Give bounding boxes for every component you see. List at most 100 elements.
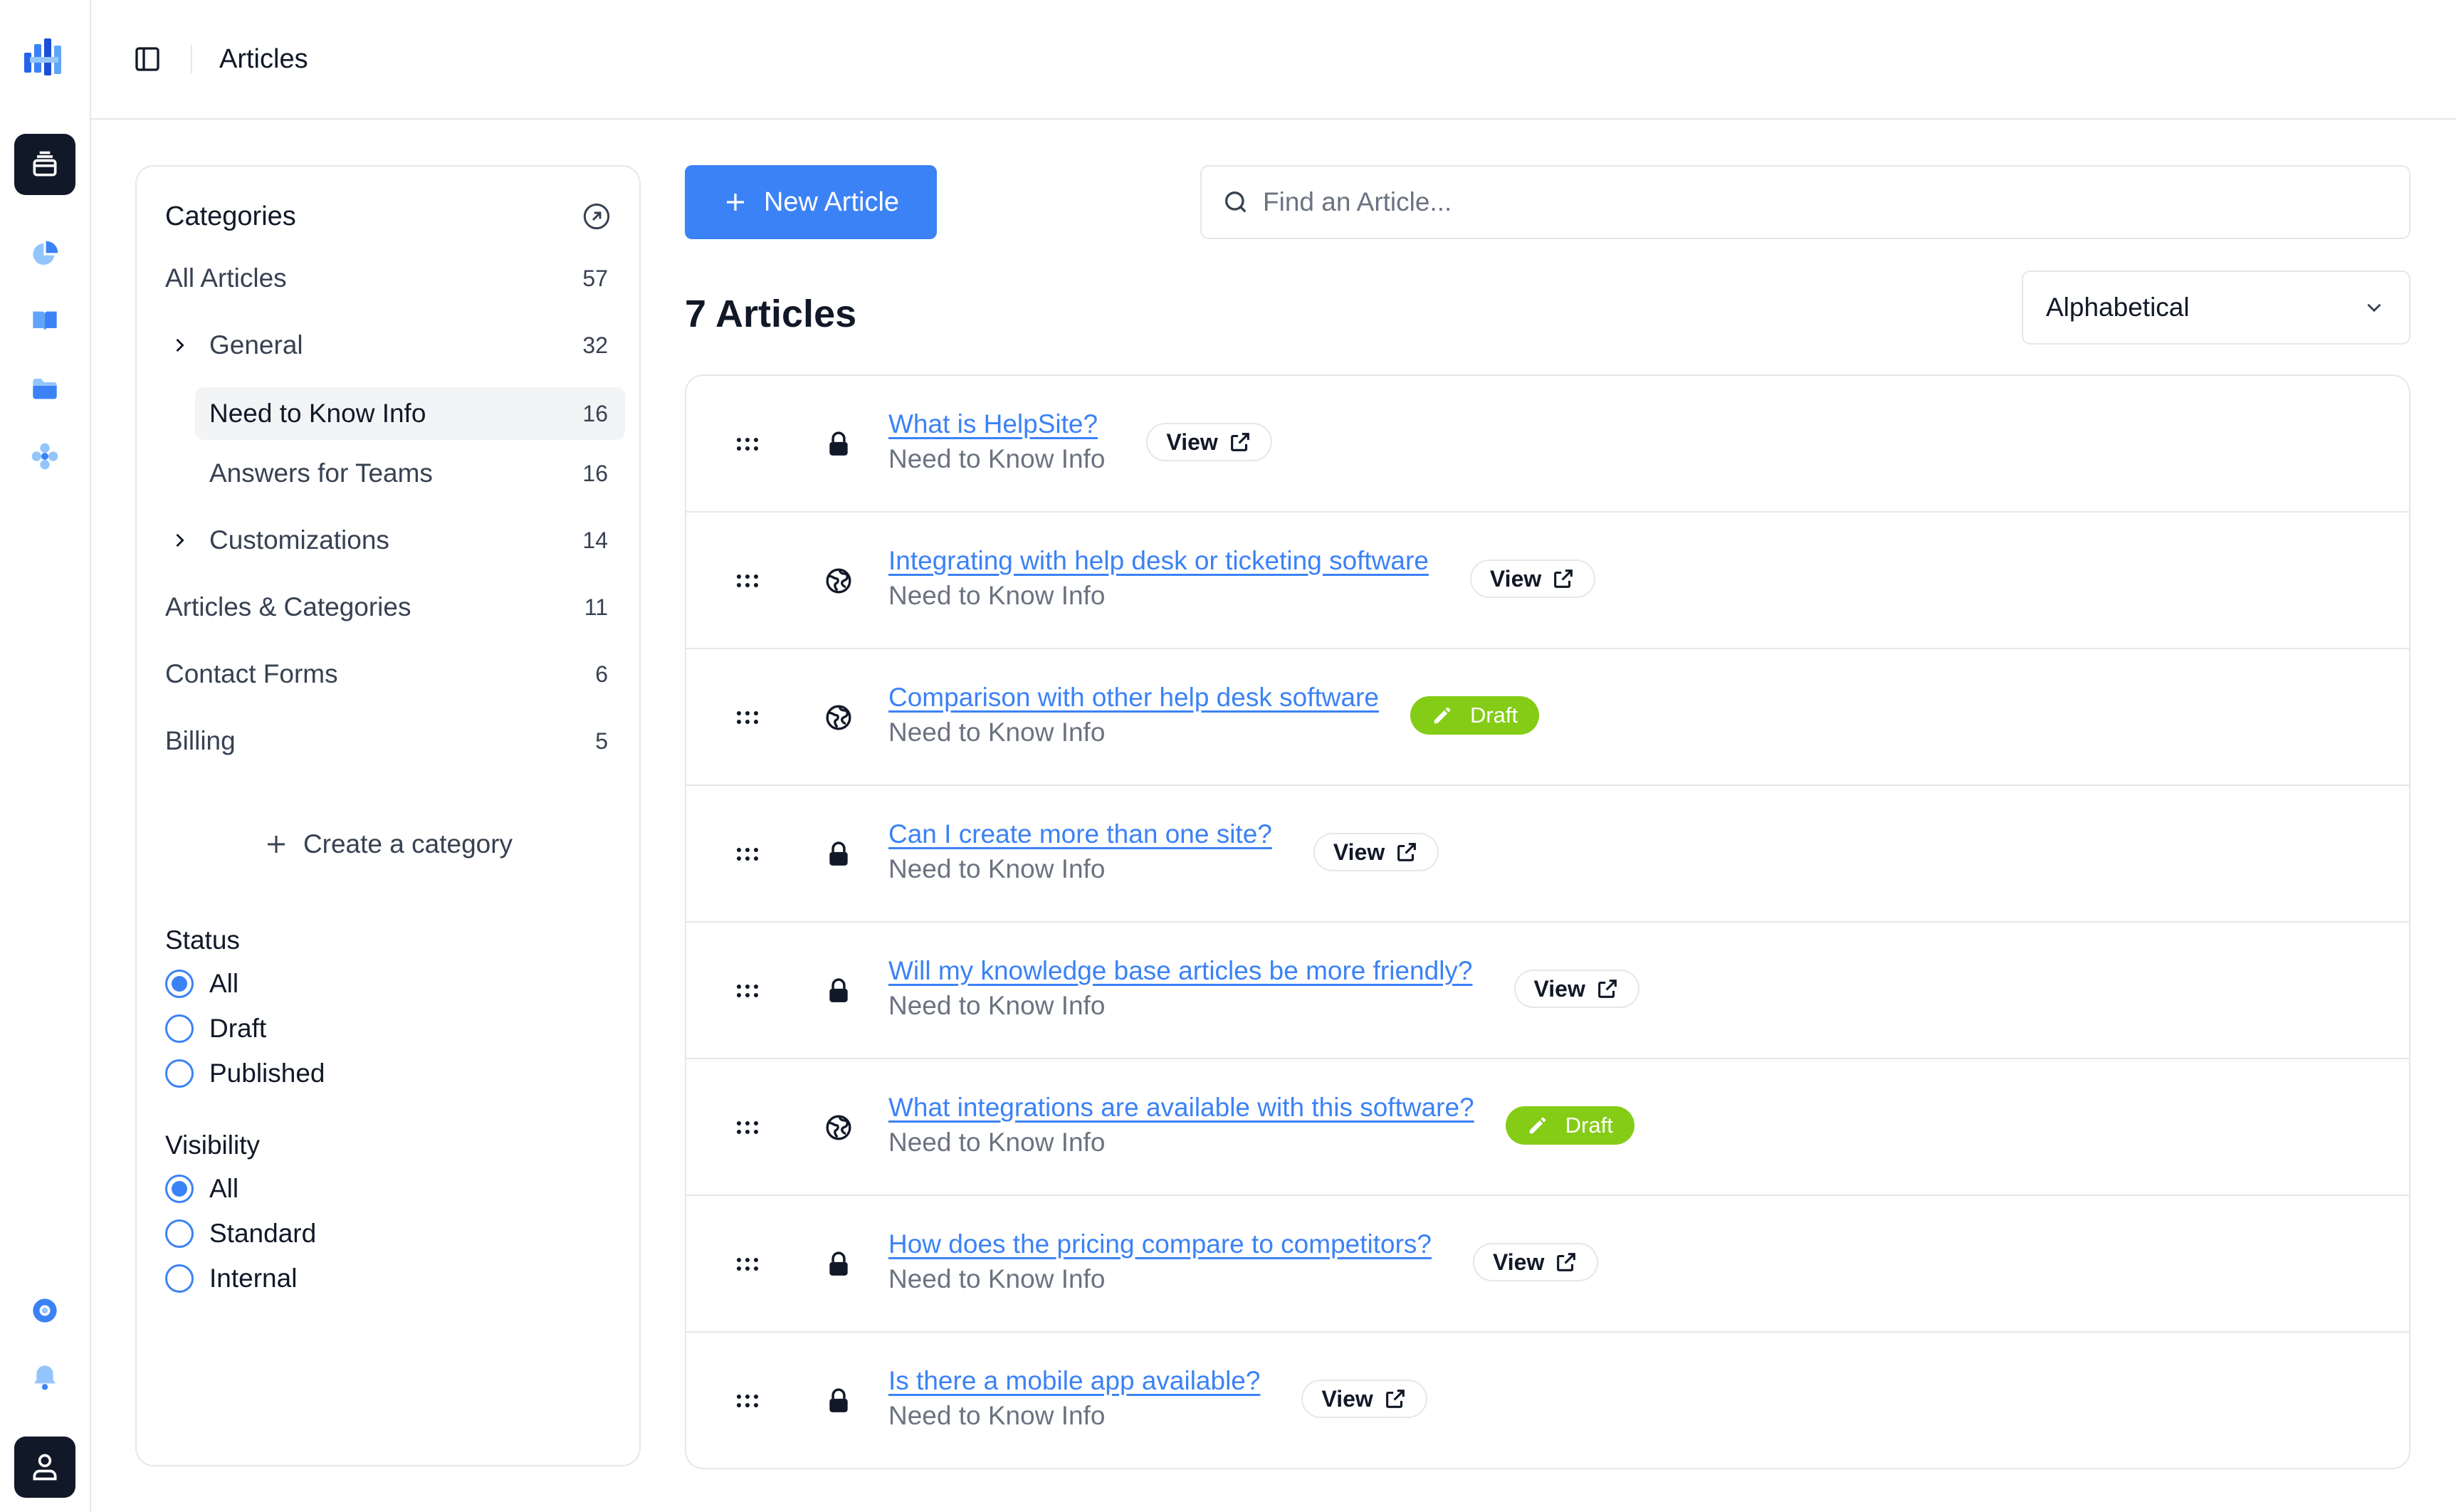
- radio-label: All: [209, 969, 239, 998]
- article-category: Need to Know Info: [888, 581, 1106, 610]
- articles-nav-button[interactable]: [14, 134, 75, 195]
- article-title-link[interactable]: Will my knowledge base articles be more …: [888, 956, 1473, 986]
- category-all-articles[interactable]: All Articles 57: [165, 252, 611, 305]
- category-articles-and-categories[interactable]: Articles & Categories 11: [165, 581, 611, 634]
- category-label: All Articles: [165, 263, 287, 293]
- view-article-button[interactable]: View: [1146, 423, 1272, 461]
- sidebar-toggle-button[interactable]: [130, 41, 165, 77]
- status-radio-all[interactable]: All: [165, 965, 238, 1002]
- category-contact-forms[interactable]: Contact Forms 6: [165, 648, 611, 700]
- article-title-link[interactable]: Is there a mobile app available?: [888, 1366, 1260, 1396]
- radio-unselected[interactable]: [165, 1059, 194, 1088]
- view-label: View: [1321, 1385, 1373, 1412]
- article-title-link[interactable]: What integrations are available with thi…: [888, 1093, 1474, 1123]
- view-article-button[interactable]: View: [1472, 1243, 1599, 1281]
- search-input[interactable]: [1263, 187, 2331, 217]
- external-link-icon: [1218, 430, 1252, 454]
- visibility-radio-internal[interactable]: Internal: [165, 1260, 297, 1297]
- status-radio-draft[interactable]: Draft: [165, 1010, 266, 1047]
- view-article-button[interactable]: View: [1301, 1380, 1427, 1418]
- new-article-label: New Article: [763, 187, 900, 217]
- helpsite-logo-icon[interactable]: [23, 36, 68, 83]
- article-title-link[interactable]: Comparison with other help desk software: [888, 683, 1379, 713]
- category-billing[interactable]: Billing 5: [165, 715, 611, 767]
- article-info: Can I create more than one site? Need to…: [888, 814, 1439, 884]
- status-radio-published[interactable]: Published: [165, 1055, 325, 1092]
- drag-handle-icon[interactable]: [732, 839, 763, 870]
- category-general[interactable]: General 32: [165, 319, 611, 372]
- article-title-link[interactable]: What is HelpSite?: [888, 409, 1098, 439]
- visibility-radio-standard[interactable]: Standard: [165, 1215, 316, 1252]
- category-label: Answers for Teams: [209, 458, 433, 488]
- article-row[interactable]: Will my knowledge base articles be more …: [686, 923, 2409, 1059]
- filters-sidebar: Categories All Articles 57 General 32 Ne…: [135, 165, 641, 1466]
- account-button[interactable]: [14, 1437, 75, 1498]
- external-link-icon: [1541, 567, 1575, 591]
- articles-count-title: 7 Articles: [685, 293, 857, 335]
- drag-handle-icon[interactable]: [732, 429, 763, 460]
- category-answers-for-teams[interactable]: Answers for Teams 16: [195, 447, 625, 500]
- drag-handle-icon[interactable]: [732, 1249, 763, 1280]
- radio-unselected[interactable]: [165, 1014, 194, 1043]
- lock-icon: [823, 975, 854, 1007]
- drag-handle-icon[interactable]: [732, 1385, 763, 1417]
- category-label: Customizations: [209, 525, 389, 555]
- drag-handle-icon[interactable]: [732, 1112, 763, 1143]
- category-need-to-know-info[interactable]: Need to Know Info 16: [195, 387, 625, 440]
- article-title-link[interactable]: Integrating with help desk or ticketing …: [888, 546, 1429, 576]
- radio-selected[interactable]: [165, 1175, 194, 1203]
- article-search[interactable]: [1200, 165, 2410, 239]
- category-count: 16: [582, 460, 608, 486]
- book-icon[interactable]: [28, 305, 61, 337]
- article-row[interactable]: How does the pricing compare to competit…: [686, 1196, 2409, 1333]
- help-lifebuoy-icon[interactable]: [28, 1294, 61, 1327]
- radio-selected[interactable]: [165, 970, 194, 998]
- open-categories-icon[interactable]: [582, 202, 611, 231]
- article-title-link[interactable]: How does the pricing compare to competit…: [888, 1229, 1432, 1259]
- article-row[interactable]: What integrations are available with thi…: [686, 1059, 2409, 1196]
- analytics-pie-icon[interactable]: [28, 238, 61, 271]
- view-article-button[interactable]: View: [1469, 560, 1596, 598]
- external-link-icon: [1544, 1250, 1578, 1274]
- category-customizations[interactable]: Customizations 14: [165, 514, 611, 567]
- article-title-link[interactable]: Can I create more than one site?: [888, 819, 1272, 849]
- sort-value: Alphabetical: [2046, 293, 2190, 322]
- article-row[interactable]: What is HelpSite? Need to Know Info View: [686, 376, 2409, 513]
- create-category-button[interactable]: Create a category: [137, 823, 639, 866]
- new-article-button[interactable]: New Article: [685, 165, 937, 239]
- lock-icon: [823, 1385, 854, 1417]
- radio-unselected[interactable]: [165, 1264, 194, 1293]
- view-article-button[interactable]: View: [1313, 833, 1439, 871]
- chevron-right-icon[interactable]: [165, 526, 194, 555]
- category-count: 6: [595, 661, 608, 687]
- app-rail: [0, 0, 91, 1512]
- view-article-button[interactable]: View: [1513, 970, 1639, 1008]
- article-row[interactable]: Is there a mobile app available? Need to…: [686, 1333, 2409, 1468]
- sort-select[interactable]: Alphabetical: [2022, 271, 2410, 345]
- globe-icon: [823, 1112, 854, 1143]
- chevron-right-icon[interactable]: [165, 331, 194, 359]
- drag-handle-icon[interactable]: [732, 565, 763, 597]
- external-link-icon: [1373, 1387, 1407, 1411]
- category-label: Need to Know Info: [209, 399, 426, 428]
- article-row[interactable]: Comparison with other help desk software…: [686, 649, 2409, 786]
- notifications-bell-icon[interactable]: [28, 1361, 61, 1394]
- create-category-label: Create a category: [303, 829, 513, 859]
- lock-icon: [823, 429, 854, 460]
- visibility-radio-all[interactable]: All: [165, 1170, 238, 1207]
- radio-unselected[interactable]: [165, 1219, 194, 1248]
- category-label: General: [209, 330, 303, 359]
- article-info: What is HelpSite? Need to Know Info View: [888, 404, 1272, 474]
- settings-flower-icon[interactable]: [28, 440, 61, 473]
- user-icon: [33, 1454, 57, 1481]
- folder-icon[interactable]: [28, 373, 61, 406]
- view-label: View: [1533, 975, 1585, 1002]
- drag-handle-icon[interactable]: [732, 702, 763, 733]
- radio-label: Draft: [209, 1014, 267, 1043]
- article-row[interactable]: Integrating with help desk or ticketing …: [686, 513, 2409, 649]
- draft-badge: Draft: [1505, 1106, 1634, 1145]
- article-info: Integrating with help desk or ticketing …: [888, 541, 1596, 611]
- drag-handle-icon[interactable]: [732, 975, 763, 1007]
- article-row[interactable]: Can I create more than one site? Need to…: [686, 786, 2409, 923]
- globe-icon: [823, 702, 854, 733]
